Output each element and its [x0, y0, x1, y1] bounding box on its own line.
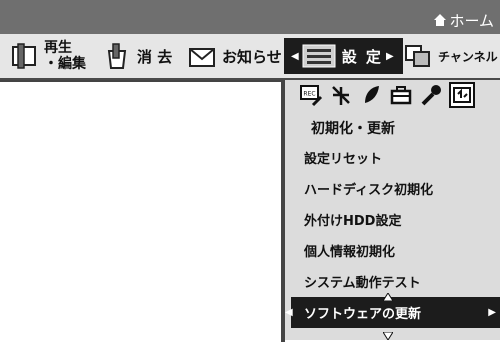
section-title: 初期化・更新 [311, 121, 395, 137]
menu-notices-label: お知らせ [222, 47, 282, 66]
menu-item-hdd-init[interactable]: ハードディスク初期化 [285, 173, 500, 204]
settings-panel: REC 初期化・更新 設定リセット ハードディスク初期化 外付けHDD設定 個人… [285, 80, 500, 340]
menu-settings[interactable]: ◀ 設 定 ▶ [284, 38, 403, 74]
menu-item-settings-reset[interactable]: 設定リセット [285, 142, 500, 173]
menu-notices[interactable]: お知らせ [188, 34, 282, 78]
top-bar: ホーム [0, 0, 500, 34]
menu-item-personal-info-init[interactable]: 個人情報初期化 [285, 235, 500, 266]
home-label: ホーム [449, 11, 494, 30]
menu-item-software-update-label: ソフトウェアの更新 [304, 307, 422, 322]
left-arrow-icon: ◀ [285, 307, 293, 318]
menu-delete[interactable]: 消 去 [103, 34, 172, 78]
right-arrow-icon: ▶ [385, 50, 394, 62]
scroll-down-icon[interactable] [383, 332, 393, 340]
channel-icon [405, 45, 430, 67]
wrench-icon[interactable] [419, 83, 443, 107]
menu-playback-edit[interactable]: 再生 ・編集 [10, 34, 86, 78]
playback-icon [12, 43, 36, 69]
home-button[interactable]: ホーム [433, 10, 494, 30]
left-arrow-icon: ◀ [291, 50, 299, 62]
toolbox-icon[interactable] [389, 83, 413, 107]
update-icon[interactable] [449, 82, 475, 108]
rec-icon[interactable]: REC [299, 83, 323, 107]
settings-subcategory-icons: REC [299, 80, 475, 110]
menu-item-software-update[interactable]: ◀ ソフトウェアの更新 ▶ [285, 297, 500, 328]
envelope-icon [189, 48, 215, 67]
right-arrow-icon: ▶ [488, 307, 496, 318]
menu-channel-label: チャンネル [438, 49, 498, 64]
scroll-up-icon[interactable] [383, 293, 393, 301]
antenna-icon[interactable] [329, 83, 353, 107]
menu-channel[interactable]: チャンネル [404, 34, 498, 78]
menu-delete-label: 消 去 [137, 47, 173, 66]
home-icon [434, 14, 447, 26]
svg-text:REC: REC [303, 91, 315, 98]
menu-item-external-hdd[interactable]: 外付けHDD設定 [285, 204, 500, 235]
main-menu-bar: 再生 ・編集 消 去 お知らせ ◀ 設 定 ▶ チャンネル [0, 34, 500, 80]
menu-settings-label: 設 定 [341, 47, 383, 66]
content-pane [0, 80, 285, 342]
menu-playback-label: 再生 ・編集 [44, 40, 86, 72]
settings-icon [302, 44, 336, 68]
leaf-icon[interactable] [359, 83, 383, 107]
trash-icon [107, 43, 127, 69]
